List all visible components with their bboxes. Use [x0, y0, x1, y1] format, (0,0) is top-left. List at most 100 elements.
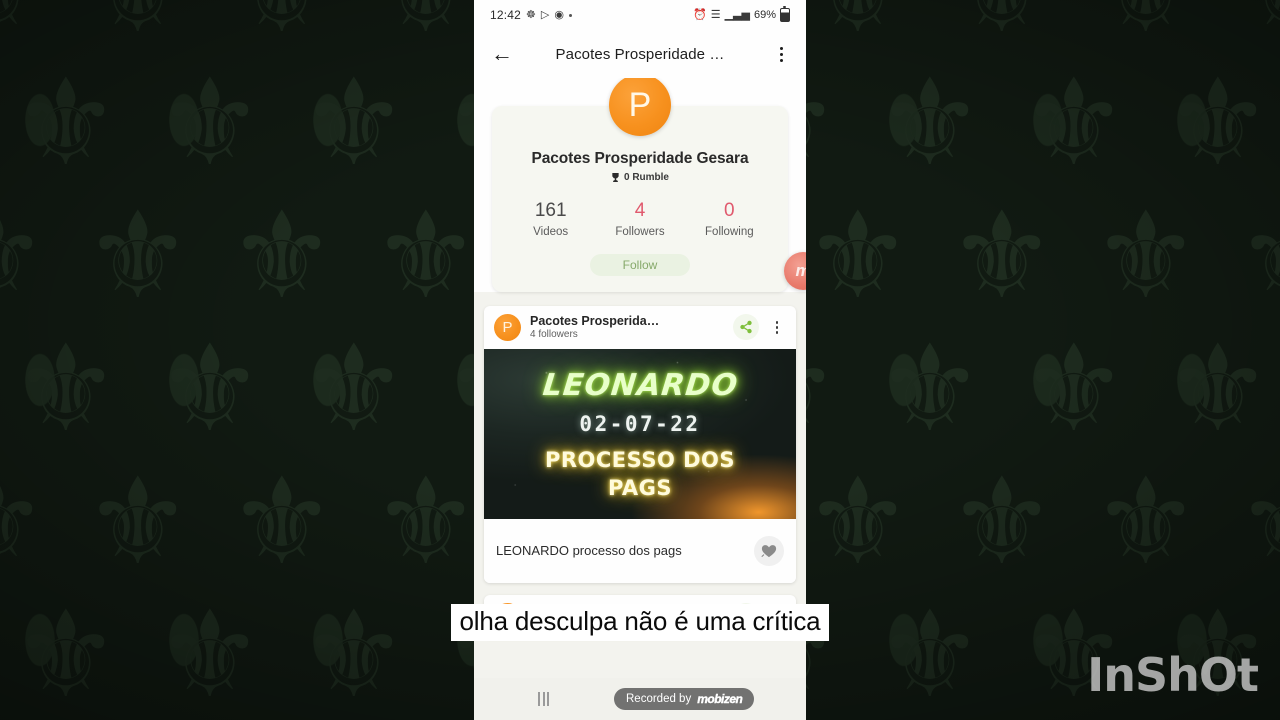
profile-stats: 161 Videos 4 Followers 0 Following — [506, 200, 774, 238]
rumble-badge-label: 0 Rumble — [623, 172, 669, 183]
share-icon[interactable] — [733, 314, 759, 341]
fleur-de-lis-icon: ⚜ — [876, 322, 984, 456]
stat-videos[interactable]: 161 Videos — [506, 200, 595, 238]
thumbnail-title-line3: PROCESSO DOS — [544, 448, 736, 473]
back-arrow-icon[interactable]: ← — [484, 36, 520, 72]
fleur-de-lis-icon: ⚜ — [300, 56, 408, 190]
fleur-de-lis-icon: ⚜ — [1164, 56, 1272, 190]
fleur-de-lis-icon: ⚜ — [0, 0, 48, 50]
share-icon[interactable] — [733, 603, 759, 630]
mobizen-logo: mobizen — [697, 692, 743, 706]
kebab-menu-icon[interactable] — [766, 36, 796, 72]
fleur-de-lis-icon: ⚜ — [12, 322, 120, 456]
avatar[interactable]: P — [494, 602, 521, 630]
fleur-de-lis-icon: ⚜ — [228, 0, 336, 50]
phone-screen-recording: 12:42 ☸ ▷ ◉ ⏰ ☰ ▁▃▅ 69% ← Pacotes Prospe… — [474, 0, 806, 720]
video-feed: P Pacotes Prosperida… 4 followers LEONAR… — [474, 292, 806, 638]
fleur-de-lis-icon: ⚜ — [84, 455, 192, 589]
fleur-de-lis-icon: ⚜ — [1236, 0, 1280, 50]
fleur-de-lis-icon: ⚜ — [0, 462, 48, 582]
page-title: Pacotes Prosperidade … — [555, 45, 725, 63]
thumbnail-title-line4: PAGS — [607, 475, 673, 500]
profile-name: Pacotes Prosperidade Gesara — [531, 150, 749, 167]
rumble-heart-icon[interactable] — [754, 535, 784, 566]
fleur-de-lis-icon: ⚜ — [948, 189, 1056, 323]
fleur-de-lis-icon: ⚜ — [876, 56, 984, 190]
fleur-de-lis-icon: ⚜ — [12, 588, 120, 720]
content-scroll-area[interactable]: P Pacotes Prosperidade Gesara 0 Rumble 1… — [474, 78, 806, 720]
fleur-de-lis-icon: ⚜ — [1092, 455, 1200, 589]
stat-following-value: 0 — [724, 200, 735, 221]
app-bar: ← Pacotes Prosperidade … — [474, 30, 806, 78]
dot-icon — [568, 13, 572, 17]
status-bar-time: 12:42 — [490, 8, 522, 22]
fleur-de-lis-icon: ⚜ — [84, 189, 192, 323]
stat-videos-label: Videos — [533, 225, 569, 238]
video-card-header: P Pacotes Prosperida… 4 followers — [484, 306, 796, 349]
fleur-de-lis-icon: ⚜ — [804, 189, 912, 323]
wifi-icon: ☰ — [710, 8, 721, 21]
trophy-icon — [612, 173, 619, 182]
video-thumbnail[interactable]: LEONARDO 02-07-22 PROCESSO DOS PAGS — [484, 348, 796, 519]
channel-name[interactable]: Pacotes Prosperida — [530, 609, 724, 623]
fleur-de-lis-icon: ⚜ — [300, 588, 408, 720]
fleur-de-lis-icon: ⚜ — [156, 588, 264, 720]
stat-videos-value: 161 — [534, 200, 567, 221]
fleur-de-lis-icon: ⚜ — [372, 189, 480, 323]
kebab-menu-icon[interactable] — [768, 314, 786, 340]
messenger-icon: ☸ — [526, 8, 536, 21]
fleur-de-lis-icon: ⚜ — [804, 455, 912, 589]
inshot-watermark: InShOt — [1087, 648, 1259, 702]
channel-name[interactable]: Pacotes Prosperida… — [530, 314, 724, 328]
stat-followers-label: Followers — [615, 225, 665, 238]
video-stage: ⚜⚜⚜⚜⚜⚜⚜⚜⚜⚜⚜⚜⚜⚜⚜⚜⚜⚜⚜⚜⚜⚜⚜⚜⚜⚜⚜⚜⚜⚜⚜⚜⚜⚜⚜⚜⚜⚜⚜⚜… — [0, 0, 1280, 720]
recents-icon[interactable] — [538, 692, 549, 706]
mobizen-watermark: Recorded by mobizen — [614, 688, 755, 710]
battery-icon — [780, 6, 790, 22]
mobizen-watermark-text: Recorded by — [626, 693, 692, 705]
fleur-de-lis-icon: ⚜ — [156, 56, 264, 190]
fleur-de-lis-icon: ⚜ — [1164, 322, 1272, 456]
kebab-menu-icon[interactable] — [768, 603, 786, 629]
fleur-de-lis-icon: ⚜ — [948, 0, 1056, 50]
fleur-de-lis-icon: ⚜ — [228, 189, 336, 323]
avatar[interactable]: P — [494, 313, 521, 341]
rumble-badge: 0 Rumble — [506, 172, 774, 183]
profile-section: P Pacotes Prosperidade Gesara 0 Rumble 1… — [474, 78, 806, 292]
fleur-de-lis-icon: ⚜ — [1092, 0, 1200, 50]
fleur-de-lis-icon: ⚜ — [1092, 189, 1200, 323]
fleur-de-lis-icon: ⚜ — [12, 56, 120, 190]
fleur-de-lis-icon: ⚜ — [228, 455, 336, 589]
stat-followers[interactable]: 4 Followers — [595, 200, 684, 238]
status-bar: 12:42 ☸ ▷ ◉ ⏰ ☰ ▁▃▅ 69% — [474, 0, 806, 30]
alarm-icon: ⏰ — [693, 8, 707, 21]
video-card[interactable]: P Pacotes Prosperida… 4 followers LEONAR… — [484, 305, 796, 583]
fleur-de-lis-icon: ⚜ — [0, 196, 48, 316]
fleur-de-lis-icon: ⚜ — [948, 455, 1056, 589]
channel-followers: 4 followers — [530, 329, 578, 341]
stat-following[interactable]: 0 Following — [685, 200, 774, 238]
fleur-de-lis-icon: ⚜ — [804, 0, 912, 50]
fleur-de-lis-icon: ⚜ — [1020, 56, 1128, 190]
eye-icon: ◉ — [554, 8, 564, 21]
fleur-de-lis-icon: ⚜ — [876, 588, 984, 720]
stat-followers-value: 4 — [634, 200, 646, 221]
thumbnail-title-line2: 02-07-22 — [579, 412, 701, 437]
stat-following-label: Following — [705, 225, 754, 238]
battery-percent-label: 69% — [753, 9, 776, 21]
play-store-icon: ▷ — [540, 8, 550, 21]
video-card[interactable]: P Pacotes Prosperida — [484, 594, 796, 638]
video-card-header: P Pacotes Prosperida — [484, 595, 796, 638]
fleur-de-lis-icon: ⚜ — [1236, 462, 1280, 582]
follow-button[interactable]: Follow — [590, 253, 690, 276]
profile-card: P Pacotes Prosperidade Gesara 0 Rumble 1… — [492, 78, 788, 292]
video-title[interactable]: LEONARDO processo dos pags — [496, 543, 746, 558]
fleur-de-lis-icon: ⚜ — [1020, 322, 1128, 456]
fleur-de-lis-icon: ⚜ — [372, 0, 480, 50]
thumbnail-title-line1: LEONARDO — [540, 368, 740, 404]
video-title-row: LEONARDO processo dos pags — [484, 518, 796, 583]
fleur-de-lis-icon: ⚜ — [84, 0, 192, 50]
fleur-de-lis-icon: ⚜ — [300, 322, 408, 456]
fleur-de-lis-icon: ⚜ — [1236, 196, 1280, 316]
avatar[interactable]: P — [609, 78, 671, 136]
